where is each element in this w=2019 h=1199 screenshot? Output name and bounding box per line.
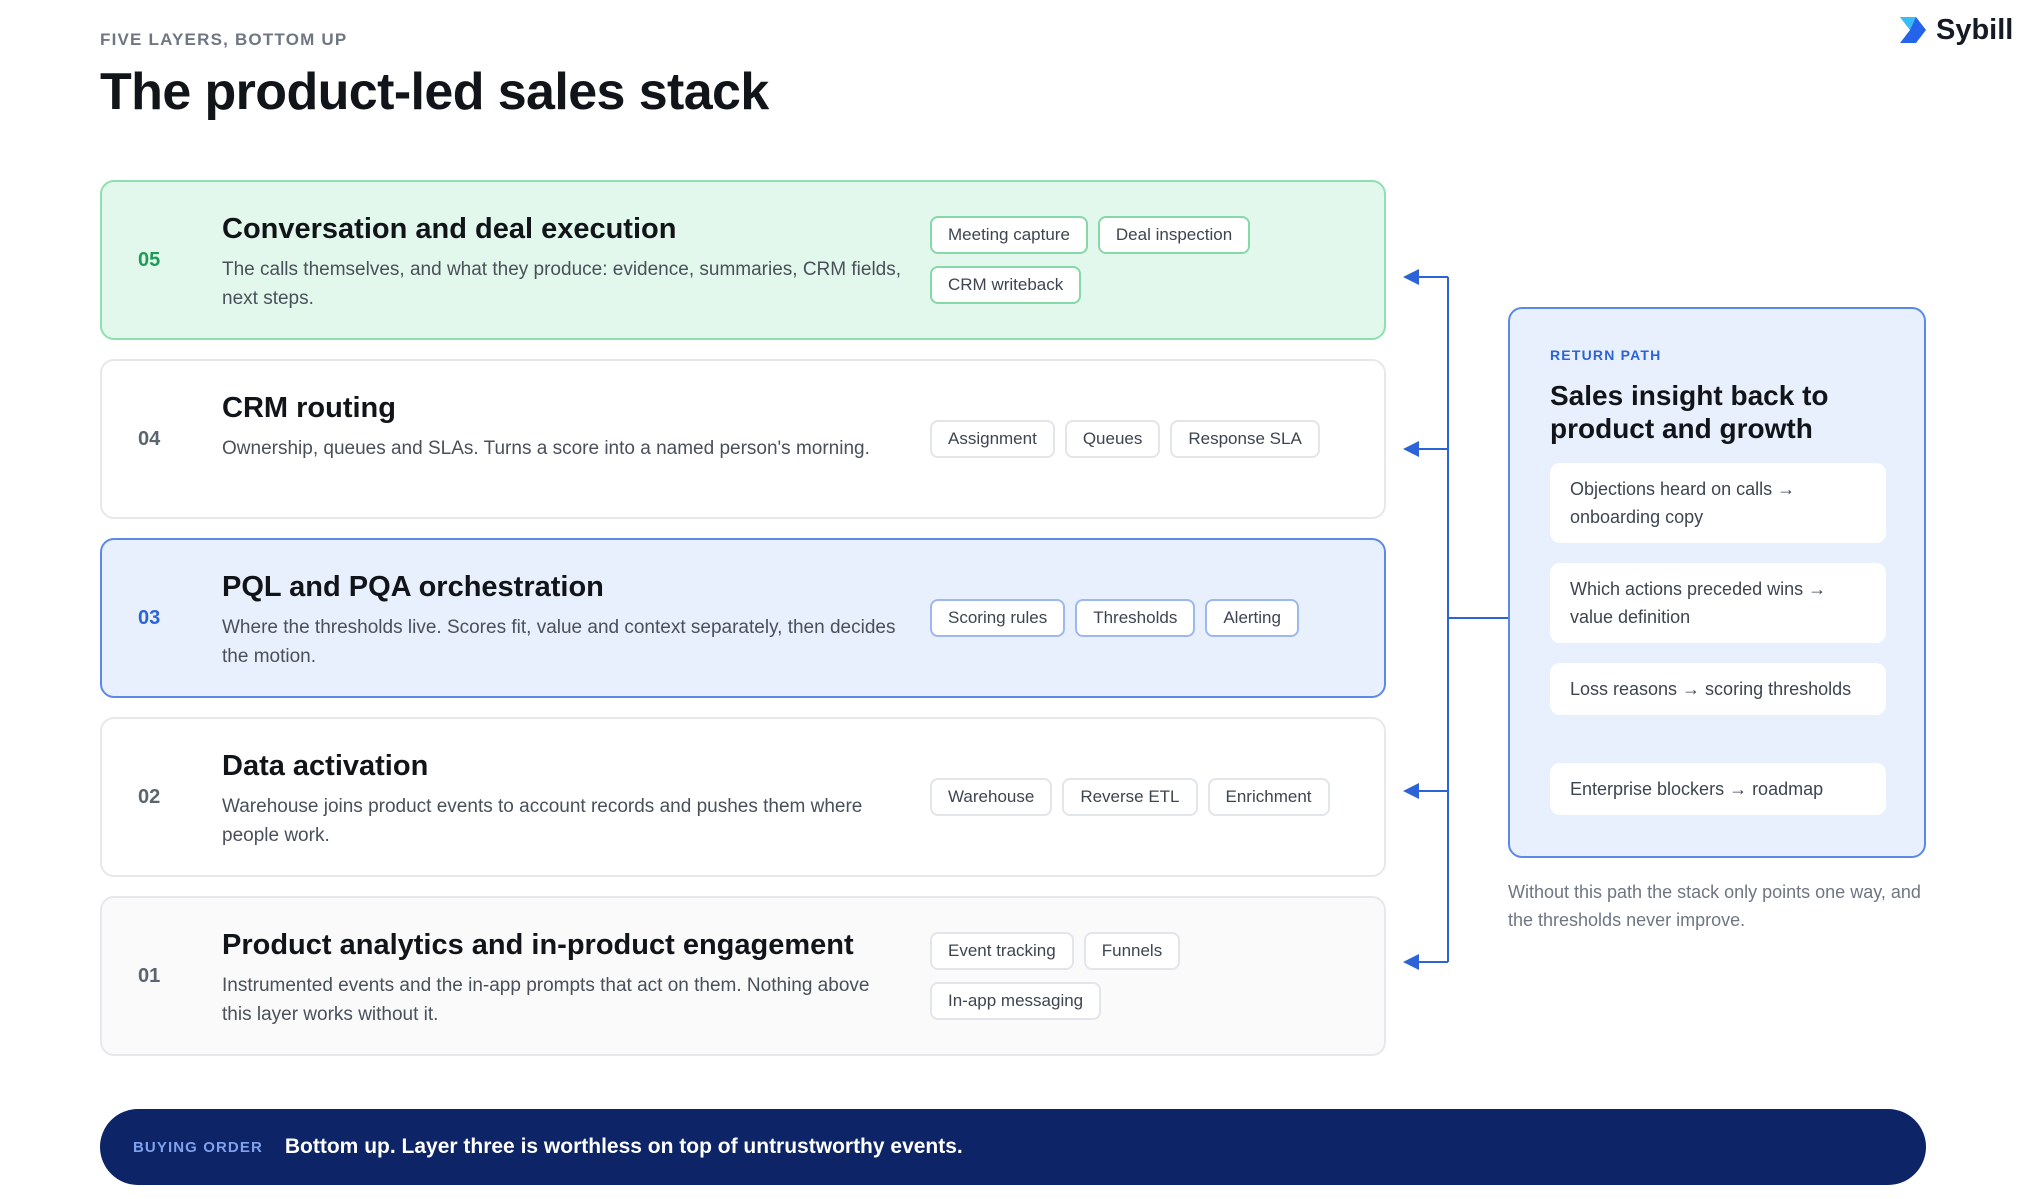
- return-path-item: Loss reasons → scoring thresholds: [1550, 663, 1886, 715]
- buying-order-text: Bottom up. Layer three is worthless on t…: [284, 1135, 963, 1158]
- return-path-item: Objections heard on calls → onboarding c…: [1550, 463, 1886, 543]
- arrowhead-layer-02: [1403, 783, 1419, 799]
- arrowhead-layer-01: [1403, 954, 1419, 970]
- return-path-note: Without this path the stack only points …: [1508, 882, 1921, 930]
- arrowhead-layer-04: [1403, 441, 1419, 457]
- return-path-title: Sales insight back to product and growth: [1550, 380, 1829, 444]
- buying-order-bar: BUYING ORDER Bottom up. Layer three is w…: [100, 1109, 1926, 1185]
- arrowhead-layer-05: [1403, 269, 1419, 285]
- return-path-item: Which actions preceded wins → value defi…: [1550, 563, 1886, 643]
- return-path-item: Enterprise blockers → roadmap: [1550, 763, 1886, 815]
- return-path-eyebrow: RETURN PATH: [1550, 347, 1662, 363]
- buying-order-label: BUYING ORDER: [133, 1138, 263, 1156]
- return-path-panel: RETURN PATH Sales insight back to produc…: [1508, 307, 1926, 858]
